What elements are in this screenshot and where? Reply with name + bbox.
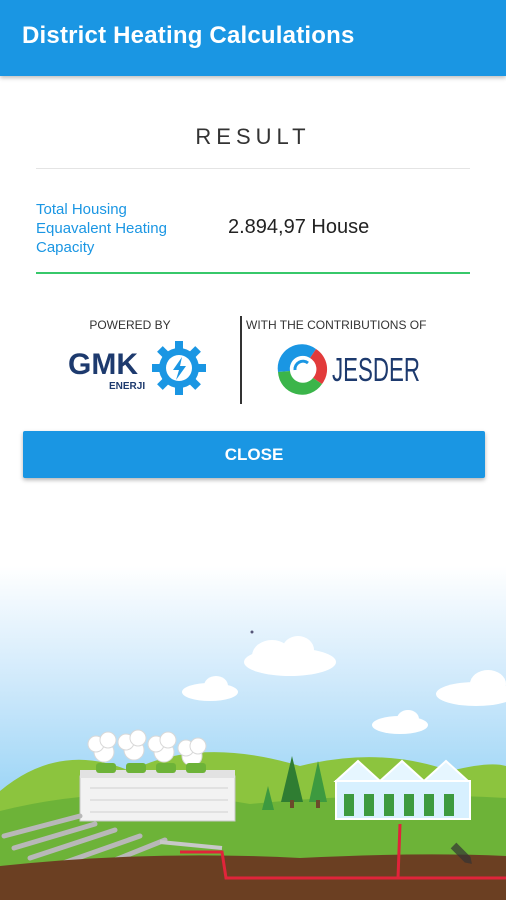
- jesder-logo-text: JESDER: [332, 351, 420, 388]
- gmk-logo-sub: ENERJI: [109, 381, 145, 392]
- divider: [36, 168, 470, 169]
- logo-separator: [240, 316, 242, 404]
- geothermal-landscape-illustration: [0, 566, 506, 900]
- close-button[interactable]: CLOSE: [23, 431, 485, 478]
- jesder-logo: JESDER: [277, 344, 420, 395]
- result-underline: [36, 272, 470, 274]
- contributions-label: WITH THE CONTRIBUTIONS OF: [246, 318, 427, 332]
- app-title: District Heating Calculations: [22, 22, 355, 49]
- result-value: 2.894,97 House: [228, 216, 370, 238]
- result-heading: RESULT: [195, 124, 311, 149]
- result-label: Total Housing Equavalent Heating Capacit…: [36, 201, 167, 256]
- gmk-logo-text: GMK: [68, 348, 138, 381]
- app-bar: District Heating Calculations: [0, 0, 506, 76]
- greenhouse: [333, 759, 471, 820]
- gmk-enerji-logo: GMK ENERJI: [68, 341, 206, 395]
- powered-by-label: POWERED BY: [89, 318, 171, 332]
